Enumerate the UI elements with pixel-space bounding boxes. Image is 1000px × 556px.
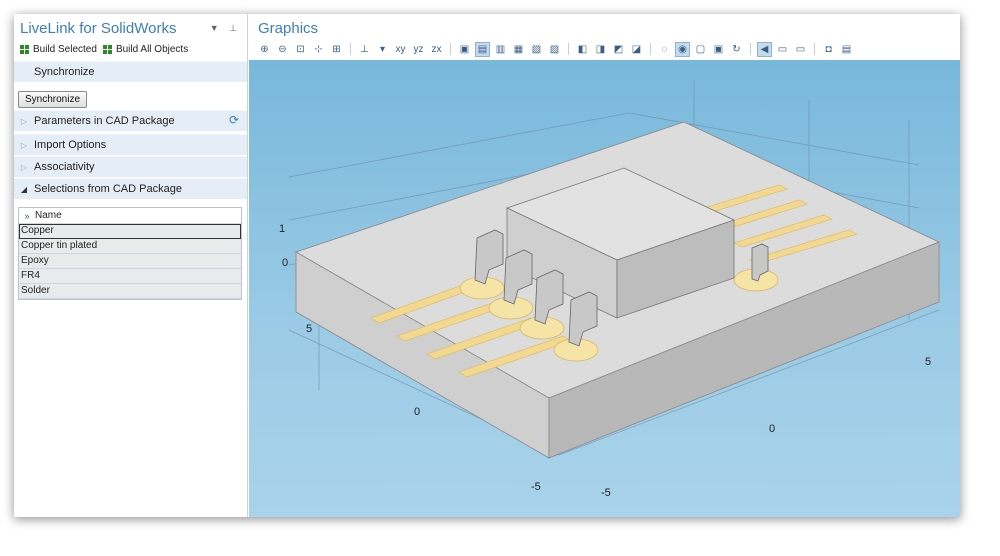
table-row[interactable]: Copper tin plated: [19, 239, 241, 254]
graphics-viewport[interactable]: 1 0 5 0 5 0 -5 -5: [249, 60, 960, 517]
select-icon[interactable]: ◪: [629, 42, 644, 57]
select-icon[interactable]: ◩: [611, 42, 626, 57]
render-mode-icon[interactable]: ▤: [475, 41, 490, 57]
reset-icon[interactable]: ↻: [729, 42, 744, 57]
view-icon[interactable]: ▭: [775, 42, 790, 57]
table-row[interactable]: Copper: [19, 224, 241, 239]
build-selected-label: Build Selected: [33, 44, 97, 55]
panel-controls[interactable]: ▼ ⊥: [210, 23, 241, 34]
zoom-in-icon[interactable]: ⊕: [257, 42, 272, 57]
axes-icon[interactable]: ⊥: [357, 42, 372, 57]
axis-tick-label: 5: [925, 356, 931, 368]
print-icon[interactable]: ▤: [839, 42, 854, 57]
section-selections[interactable]: ◢ Selections from CAD Package: [14, 178, 247, 199]
table-row[interactable]: Solder: [19, 284, 241, 299]
axis-tick-label: 0: [414, 406, 420, 418]
zoom-box-icon[interactable]: ⊡: [293, 42, 308, 57]
zx-view-icon[interactable]: zx: [429, 42, 444, 57]
axis-tick-label: 0: [282, 257, 288, 269]
axis-tick-label: -5: [531, 481, 541, 493]
table-header[interactable]: » Name: [19, 208, 241, 224]
wireframe-icon[interactable]: ▣: [711, 42, 726, 57]
column-menu-icon[interactable]: »: [19, 211, 35, 221]
build-icon: [20, 45, 29, 54]
axis-tick-label: -5: [601, 487, 611, 499]
section-import-options[interactable]: ▷ Import Options: [14, 134, 247, 155]
expand-icon: ▷: [20, 140, 28, 150]
show-icon[interactable]: ◉: [675, 41, 690, 57]
settings-panel: LiveLink for SolidWorks ▼ ⊥ Build Select…: [14, 14, 248, 517]
section-associativity[interactable]: ▷ Associativity: [14, 156, 247, 177]
synchronize-button[interactable]: Synchronize: [18, 91, 88, 108]
camera-icon[interactable]: ◘: [821, 42, 836, 57]
hide-icon[interactable]: ◌: [657, 42, 672, 57]
render-icon[interactable]: ▧: [529, 42, 544, 57]
graphics-toolbar: ⊕ ⊖ ⊡ ⊹ ⊞ ⊥ ▾ xy yz zx ▣ ▤ ▥ ▦ ▧ ▨ ◧ ◨ ◩…: [257, 41, 854, 57]
build-all-button[interactable]: Build All Objects: [102, 44, 189, 55]
view-icon[interactable]: ◀: [757, 41, 772, 57]
table-row[interactable]: Epoxy: [19, 254, 241, 269]
graphics-title: Graphics: [258, 20, 319, 37]
render-icon[interactable]: ▨: [547, 42, 562, 57]
panel-title: LiveLink for SolidWorks: [20, 20, 177, 37]
dropdown-icon[interactable]: ▾: [375, 42, 390, 57]
refresh-icon[interactable]: ⟳: [229, 113, 239, 127]
axis-tick-label: 5: [306, 323, 312, 335]
transparency-icon[interactable]: ▢: [693, 42, 708, 57]
zoom-out-icon[interactable]: ⊖: [275, 42, 290, 57]
axis-tick-label: 0: [769, 423, 775, 435]
selections-table: » Name Copper Copper tin plated Epoxy FR…: [18, 207, 242, 300]
render-icon[interactable]: ▦: [511, 42, 526, 57]
render-icon[interactable]: ▣: [457, 42, 472, 57]
build-all-icon: [102, 45, 112, 54]
zoom-extents-icon[interactable]: ⊞: [329, 42, 344, 57]
zoom-selected-icon[interactable]: ⊹: [311, 42, 326, 57]
section-label: Associativity: [34, 161, 95, 173]
table-row[interactable]: FR4: [19, 269, 241, 284]
section-synchronize: Synchronize: [14, 61, 247, 82]
select-icon[interactable]: ◨: [593, 42, 608, 57]
expand-icon: ▷: [20, 162, 28, 172]
build-selected-button[interactable]: Build Selected: [20, 44, 97, 55]
build-all-label: Build All Objects: [115, 44, 189, 55]
section-label: Synchronize: [34, 66, 95, 78]
section-label: Parameters in CAD Package: [34, 115, 175, 127]
collapse-icon: ◢: [20, 184, 28, 194]
build-toolbar: Build Selected Build All Objects: [20, 44, 188, 55]
axis-tick-label: 1: [279, 223, 285, 235]
xy-view-icon[interactable]: xy: [393, 42, 408, 57]
section-parameters[interactable]: ▷ Parameters in CAD Package ⟳: [14, 110, 247, 131]
render-icon[interactable]: ▥: [493, 42, 508, 57]
yz-view-icon[interactable]: yz: [411, 42, 426, 57]
view-icon[interactable]: ▭: [793, 42, 808, 57]
graphics-panel: Graphics ⊕ ⊖ ⊡ ⊹ ⊞ ⊥ ▾ xy yz zx ▣ ▤ ▥ ▦ …: [249, 14, 960, 517]
column-header-name: Name: [35, 210, 62, 221]
app-window: LiveLink for SolidWorks ▼ ⊥ Build Select…: [14, 14, 960, 517]
section-label: Import Options: [34, 139, 107, 151]
3d-scene: 1 0 5 0 5 0 -5 -5: [279, 80, 941, 499]
section-label: Selections from CAD Package: [34, 183, 182, 195]
select-icon[interactable]: ◧: [575, 42, 590, 57]
expand-icon: ▷: [20, 116, 28, 126]
